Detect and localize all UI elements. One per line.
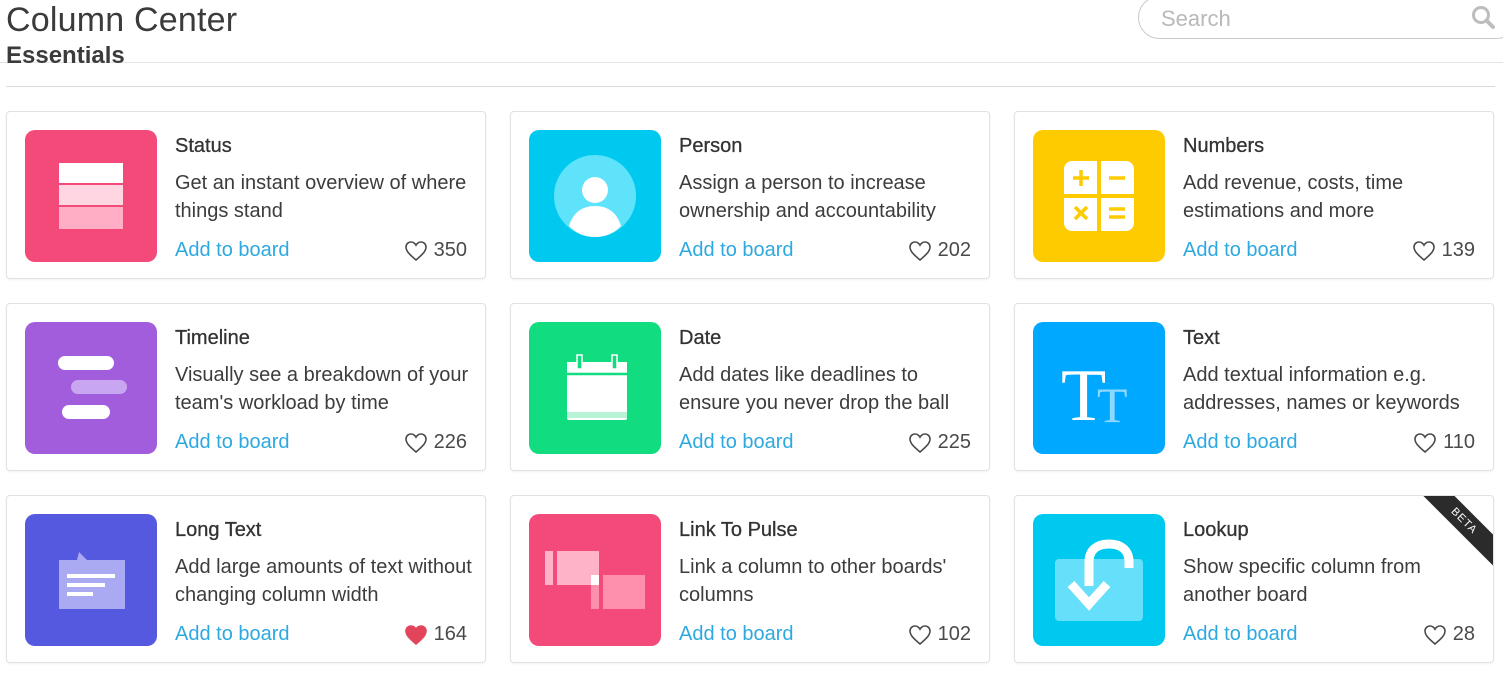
- like-count: 226: [433, 431, 467, 453]
- column-card-numbers[interactable]: Numbers Add revenue, costs, time estimat…: [1014, 111, 1494, 279]
- add-to-board-link[interactable]: Add to board: [175, 623, 290, 646]
- numbers-icon: [1033, 130, 1165, 262]
- add-to-board-link[interactable]: Add to board: [679, 623, 794, 646]
- heart-outline-icon[interactable]: [908, 624, 932, 646]
- section-divider: [6, 86, 1495, 87]
- card-description: Add large amounts of text without changi…: [175, 556, 472, 606]
- add-to-board-link[interactable]: Add to board: [679, 239, 794, 262]
- card-title: Long Text: [175, 519, 262, 541]
- like-counter[interactable]: 102: [908, 623, 971, 646]
- long-text-icon: [25, 514, 157, 646]
- heart-outline-icon[interactable]: [908, 240, 932, 262]
- like-count: 225: [937, 431, 971, 453]
- section-title: Essentials: [6, 46, 125, 64]
- link-icon: [529, 514, 661, 646]
- add-to-board-link[interactable]: Add to board: [679, 431, 794, 454]
- add-to-board-link[interactable]: Add to board: [1183, 623, 1298, 646]
- column-card-text[interactable]: T T Text Add textual information e.g. ad…: [1014, 303, 1494, 471]
- heart-outline-icon[interactable]: [1423, 624, 1447, 646]
- like-counter[interactable]: 28: [1423, 623, 1475, 646]
- like-counter[interactable]: 350: [404, 239, 467, 262]
- add-to-board-link[interactable]: Add to board: [1183, 431, 1298, 454]
- card-description: Add textual information e.g. addresses, …: [1183, 364, 1460, 414]
- card-title: Date: [679, 327, 722, 349]
- text-icon: T T: [1033, 322, 1165, 454]
- column-card-date[interactable]: Date Add dates like deadlines to ensure …: [510, 303, 990, 471]
- like-count: 102: [937, 623, 971, 645]
- column-card-link-to-pulse[interactable]: Link To Pulse Link a column to other boa…: [510, 495, 990, 663]
- like-count: 139: [1441, 239, 1475, 261]
- like-counter[interactable]: 164: [404, 623, 467, 646]
- card-title: Numbers: [1183, 135, 1265, 157]
- svg-text:T: T: [1097, 377, 1128, 433]
- card-description: Add revenue, costs, time estimations and…: [1183, 172, 1404, 222]
- heart-outline-icon[interactable]: [1413, 432, 1437, 454]
- like-count: 350: [433, 239, 467, 261]
- search-icon[interactable]: [1471, 5, 1497, 36]
- heart-outline-icon[interactable]: [404, 240, 428, 262]
- card-title: Text: [1183, 327, 1220, 349]
- like-counter[interactable]: 110: [1413, 431, 1475, 454]
- card-description: Assign a person to increase ownership an…: [679, 172, 936, 222]
- column-card-status[interactable]: Status Get an instant overview of where …: [6, 111, 486, 279]
- heart-outline-icon[interactable]: [908, 432, 932, 454]
- like-count: 28: [1452, 623, 1475, 645]
- card-title: Status: [175, 135, 232, 157]
- card-title: Lookup: [1183, 519, 1249, 541]
- like-counter[interactable]: 202: [908, 239, 971, 262]
- card-title: Timeline: [175, 327, 250, 349]
- column-card-long-text[interactable]: Long Text Add large amounts of text with…: [6, 495, 486, 663]
- lookup-icon: [1033, 514, 1165, 646]
- card-description: Show specific column from another board: [1183, 556, 1421, 606]
- add-to-board-link[interactable]: Add to board: [175, 239, 290, 262]
- like-counter[interactable]: 139: [1412, 239, 1475, 262]
- like-counter[interactable]: 225: [908, 431, 971, 454]
- status-icon: [25, 130, 157, 262]
- heart-filled-icon[interactable]: [404, 624, 428, 646]
- card-title: Person: [679, 135, 743, 157]
- like-count: 202: [937, 239, 971, 261]
- like-count: 164: [433, 623, 467, 645]
- column-card-person[interactable]: Person Assign a person to increase owner…: [510, 111, 990, 279]
- add-to-board-link[interactable]: Add to board: [1183, 239, 1298, 262]
- add-to-board-link[interactable]: Add to board: [175, 431, 290, 454]
- heart-outline-icon[interactable]: [404, 432, 428, 454]
- column-card-timeline[interactable]: Timeline Visually see a breakdown of you…: [6, 303, 486, 471]
- timeline-icon: [25, 322, 157, 454]
- search-box[interactable]: [1138, 0, 1503, 39]
- person-icon: [529, 130, 661, 262]
- card-description: Link a column to other boards' columns: [679, 556, 947, 606]
- like-count: 110: [1443, 431, 1475, 453]
- card-description: Visually see a breakdown of your team's …: [175, 364, 469, 414]
- header-divider: [0, 62, 1503, 63]
- like-counter[interactable]: 226: [404, 431, 467, 454]
- card-description: Get an instant overview of where things …: [175, 172, 467, 222]
- column-card-lookup[interactable]: Lookup Show specific column from another…: [1014, 495, 1494, 663]
- calendar-icon: [529, 322, 661, 454]
- heart-outline-icon[interactable]: [1412, 240, 1436, 262]
- card-title: Link To Pulse: [679, 519, 798, 541]
- page-title: Column Center: [6, 1, 238, 39]
- search-input[interactable]: [1159, 1, 1453, 37]
- card-description: Add dates like deadlines to ensure you n…: [679, 364, 950, 414]
